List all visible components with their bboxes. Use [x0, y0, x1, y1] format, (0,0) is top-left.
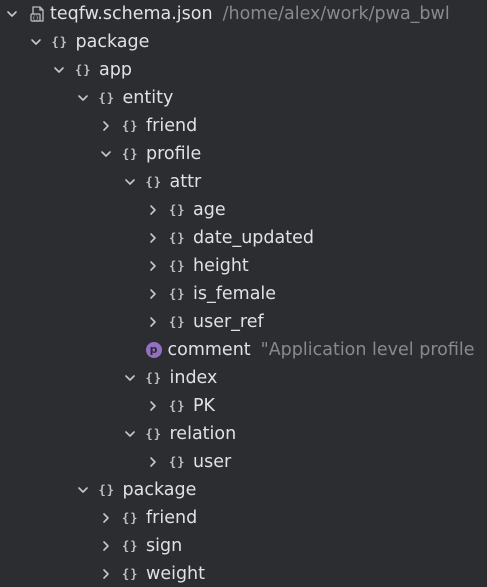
tree-row-comment[interactable]: p comment "Application level profile [0, 336, 487, 364]
braces-icon: {} [145, 175, 162, 189]
file-path: /home/alex/work/pwa_bwl [222, 4, 450, 24]
json-structure-tree: {} teqfw.schema.json/home/alex/work/pwa_… [0, 0, 487, 587]
node-label: package [75, 32, 150, 52]
tree-row-sign[interactable]: {} sign [0, 532, 487, 560]
braces-icon: {} [169, 231, 186, 245]
braces-icon: {} [169, 203, 186, 217]
tree-row-root[interactable]: {} teqfw.schema.json/home/alex/work/pwa_… [0, 0, 487, 28]
chevron-right-icon[interactable] [146, 203, 160, 217]
chevron-down-icon[interactable] [123, 371, 137, 385]
tree-row-package[interactable]: {} package [0, 476, 487, 504]
tree-row-index[interactable]: {} index [0, 364, 487, 392]
braces-icon: {} [122, 539, 139, 553]
chevron-right-icon[interactable] [146, 455, 160, 469]
node-label: app [99, 60, 132, 80]
tree-row-weight[interactable]: {} weight [0, 560, 487, 587]
chevron-right-icon[interactable] [99, 511, 113, 525]
chevron-down-icon[interactable] [99, 147, 113, 161]
tree-row-age[interactable]: {} age [0, 196, 487, 224]
tree-row-relation[interactable]: {} relation [0, 420, 487, 448]
braces-icon: {} [98, 483, 115, 497]
node-label: profile [146, 144, 202, 164]
property-icon: p [145, 342, 162, 358]
tree-row-height[interactable]: {} height [0, 252, 487, 280]
braces-icon: {} [169, 287, 186, 301]
node-label: package [122, 480, 197, 500]
tree-row-is-female[interactable]: {} is_female [0, 280, 487, 308]
node-label: entity [122, 88, 174, 108]
tree-row-attr[interactable]: {} attr [0, 168, 487, 196]
braces-icon: {} [51, 35, 68, 49]
braces-icon: {} [169, 455, 186, 469]
tree-row-date-updated[interactable]: {} date_updated [0, 224, 487, 252]
tree-row-profile[interactable]: {} profile [0, 140, 487, 168]
chevron-right-icon[interactable] [99, 539, 113, 553]
braces-icon: {} [169, 259, 186, 273]
node-label: height [193, 256, 249, 276]
tree-row-app[interactable]: {} app [0, 56, 487, 84]
braces-icon: {} [145, 371, 162, 385]
chevron-right-icon[interactable] [146, 315, 160, 329]
tree-row-friend[interactable]: {} friend [0, 112, 487, 140]
node-label: comment [167, 340, 251, 360]
braces-icon: {} [122, 147, 139, 161]
chevron-down-icon[interactable] [123, 427, 137, 441]
file-name: teqfw.schema.json [50, 4, 213, 24]
chevron-down-icon[interactable] [29, 35, 43, 49]
chevron-right-icon[interactable] [146, 259, 160, 273]
chevron-right-icon[interactable] [146, 287, 160, 301]
node-label: index [169, 368, 218, 388]
node-label: sign [146, 536, 183, 556]
node-label: user [193, 452, 232, 472]
braces-icon: {} [98, 91, 115, 105]
braces-icon: {} [169, 315, 186, 329]
node-label: user_ref [193, 312, 264, 332]
chevron-right-icon[interactable] [99, 567, 113, 581]
chevron-right-icon[interactable] [146, 231, 160, 245]
tree-row-user[interactable]: {} user [0, 448, 487, 476]
svg-text:{}: {} [32, 16, 39, 22]
chevron-down-icon[interactable] [123, 175, 137, 189]
json-file-icon: {} [29, 5, 47, 23]
chevron-down-icon[interactable] [76, 483, 90, 497]
chevron-down-icon[interactable] [5, 7, 19, 21]
tree-row-user-ref[interactable]: {} user_ref [0, 308, 487, 336]
braces-icon: {} [145, 427, 162, 441]
node-value: "Application level profile [260, 340, 475, 360]
tree-row-pk[interactable]: {} PK [0, 392, 487, 420]
node-label: attr [169, 172, 202, 192]
node-label: PK [193, 396, 216, 416]
braces-icon: {} [122, 511, 139, 525]
node-label: friend [146, 508, 198, 528]
node-label: date_updated [193, 228, 314, 248]
braces-icon: {} [75, 63, 92, 77]
node-label: relation [169, 424, 237, 444]
node-label: weight [146, 564, 206, 584]
chevron-down-icon[interactable] [52, 63, 66, 77]
chevron-right-icon[interactable] [99, 119, 113, 133]
chevron-down-icon[interactable] [76, 91, 90, 105]
node-label: friend [146, 116, 198, 136]
braces-icon: {} [122, 119, 139, 133]
tree-row-package[interactable]: {} package [0, 28, 487, 56]
node-label: is_female [193, 284, 277, 304]
braces-icon: {} [169, 399, 186, 413]
tree-row-entity[interactable]: {} entity [0, 84, 487, 112]
braces-icon: {} [122, 567, 139, 581]
tree-row-friend[interactable]: {} friend [0, 504, 487, 532]
node-label: age [193, 200, 226, 220]
chevron-right-icon[interactable] [146, 399, 160, 413]
